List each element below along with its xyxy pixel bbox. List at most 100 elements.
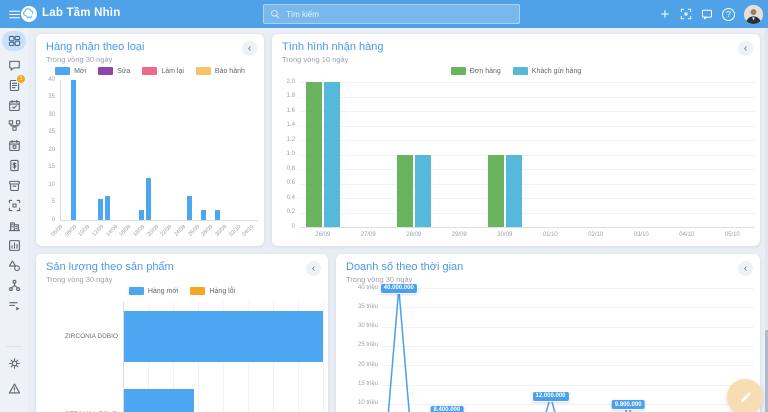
- y-tick-label: 0: [291, 223, 295, 230]
- search-input[interactable]: [284, 8, 513, 20]
- bar-Đơn hàng-28/09[interactable]: [396, 154, 413, 227]
- bar-12/09[interactable]: [98, 199, 104, 220]
- legend-label: Đơn hàng: [469, 67, 501, 75]
- bar-Khách gửi hàng-30/09[interactable]: [505, 154, 522, 227]
- data-label[interactable]: 12.000.000: [531, 390, 570, 402]
- bar-CERAMILL ZOLID[interactable]: [124, 389, 194, 412]
- gridline: [382, 307, 754, 309]
- search-icon: [270, 9, 280, 19]
- data-label[interactable]: 40.000.000: [379, 282, 418, 294]
- bar-19/09[interactable]: [146, 178, 152, 220]
- y-tick-label: 40: [48, 76, 55, 83]
- bar-25/09[interactable]: [187, 195, 193, 220]
- sidebar-item-archive[interactable]: [2, 175, 26, 195]
- sidebar-item-network[interactable]: [2, 275, 26, 295]
- x-tick-label: 30/09: [214, 224, 229, 238]
- legend-item[interactable]: Khách gửi hàng: [512, 67, 581, 75]
- legend-item[interactable]: Đơn hàng: [450, 67, 501, 75]
- chart-legend: Hàng mới Hàng lỗi: [36, 287, 328, 295]
- legend-item[interactable]: Bảo hành: [195, 67, 245, 75]
- x-tick-label: 16/09: [118, 224, 133, 238]
- y-tick-label: 15 triệu: [357, 381, 378, 387]
- app-title: Lab Tầm Nhìn: [42, 7, 121, 19]
- panel-title: Hàng nhận theo loại: [46, 41, 145, 53]
- list-icon: [8, 299, 21, 312]
- sidebar-item-logs[interactable]: [2, 295, 26, 315]
- sidebar-item-messages[interactable]: [2, 55, 26, 75]
- bar-27/09[interactable]: [200, 209, 206, 220]
- category-label: ZIRCONIA DDBIO: [64, 333, 118, 340]
- sidebar-item-schedule[interactable]: [2, 95, 26, 115]
- chart-legend: Mới Sửa Làm lại Bảo hành: [36, 67, 264, 75]
- sidebar-item-reports[interactable]: [2, 235, 26, 255]
- app-header: Lab Tầm Nhìn + ?: [0, 0, 768, 28]
- legend-label: Bảo hành: [214, 67, 245, 75]
- legend-swatch: [195, 67, 211, 75]
- sidebar-divider: [6, 346, 22, 347]
- bar-ZIRCONIA DDBIO[interactable]: [124, 311, 323, 362]
- data-label[interactable]: 8.400.000: [429, 404, 465, 412]
- search-box: [263, 4, 520, 24]
- panel-subtitle: Trong vòng 30 ngày: [46, 55, 113, 64]
- legend-label: Sửa: [117, 67, 131, 75]
- sitemap-icon: [8, 119, 21, 132]
- sidebar: 1: [0, 28, 28, 412]
- panel-subtitle: Trong vòng 10 ngày: [282, 55, 349, 64]
- y-tick-label: 20: [48, 146, 55, 153]
- legend-swatch: [450, 67, 466, 75]
- legend-item[interactable]: Hàng lỗi: [190, 287, 235, 295]
- app-logo: [21, 6, 37, 22]
- collapse-chevron-icon[interactable]: ‹: [242, 41, 257, 56]
- data-label[interactable]: 9.800.000: [610, 399, 646, 411]
- menu-icon[interactable]: [7, 7, 22, 21]
- gridline: [300, 82, 755, 83]
- panel-title: Sản lượng theo sản phẩm: [46, 261, 174, 273]
- scan-icon[interactable]: [680, 8, 692, 20]
- x-tick-label: 18/09: [132, 224, 147, 238]
- x-tick-label: 27/09: [360, 232, 376, 238]
- avatar[interactable]: [744, 4, 763, 24]
- legend-item[interactable]: Hàng mới: [128, 287, 178, 295]
- bar-08/09[interactable]: [71, 80, 77, 220]
- collapse-chevron-icon[interactable]: ‹: [738, 41, 753, 56]
- bar-Đơn hàng-30/09[interactable]: [487, 154, 504, 227]
- sidebar-item-documents[interactable]: 1: [2, 74, 26, 95]
- bar-Khách gửi hàng-28/09[interactable]: [414, 154, 431, 227]
- shapes-icon: [8, 259, 21, 272]
- legend-item[interactable]: Làm lại: [142, 67, 184, 75]
- sidebar-item-company[interactable]: [2, 215, 26, 235]
- bar-18/09[interactable]: [139, 209, 145, 220]
- y-tick-label: 5: [51, 199, 55, 205]
- y-tick-label: 10: [48, 181, 55, 188]
- sidebar-item-alerts[interactable]: [2, 378, 26, 398]
- edit-fab[interactable]: [727, 379, 763, 412]
- y-tick-label: 1.4: [286, 122, 295, 128]
- sidebar-item-calendar[interactable]: [2, 135, 26, 155]
- help-button[interactable]: ?: [722, 7, 735, 21]
- sidebar-item-workflow[interactable]: [2, 115, 26, 135]
- sidebar-item-settings[interactable]: [2, 353, 26, 373]
- bar-29/09[interactable]: [214, 209, 220, 220]
- gridline: [382, 288, 754, 289]
- y-tick-label: 30 triệu: [357, 323, 378, 330]
- bar-13/09[interactable]: [105, 195, 111, 220]
- chat-icon: [8, 59, 21, 72]
- add-button[interactable]: +: [659, 7, 671, 22]
- gridline: [300, 96, 755, 98]
- notification-badge: 1: [16, 74, 26, 84]
- legend-item[interactable]: Mới: [55, 67, 86, 75]
- x-tick-label: 01/10: [542, 232, 558, 238]
- y-tick-label: 15: [48, 164, 55, 170]
- panel-receiving-status: Tình hình nhận hàng Trong vòng 10 ngày ‹…: [272, 34, 760, 246]
- legend-label: Làm lại: [161, 67, 184, 75]
- sidebar-item-scan[interactable]: [2, 195, 26, 215]
- collapse-chevron-icon[interactable]: ‹: [306, 261, 321, 276]
- bar-Đơn hàng-26/09[interactable]: [305, 82, 322, 227]
- sidebar-item-invoices[interactable]: [2, 155, 26, 175]
- legend-item[interactable]: Sửa: [98, 67, 130, 75]
- sidebar-item-dashboard[interactable]: [2, 31, 26, 51]
- sidebar-item-design[interactable]: [2, 255, 26, 275]
- bar-Khách gửi hàng-26/09[interactable]: [323, 82, 340, 227]
- collapse-chevron-icon[interactable]: ‹: [738, 261, 753, 276]
- chat-bubble-icon[interactable]: [701, 8, 713, 20]
